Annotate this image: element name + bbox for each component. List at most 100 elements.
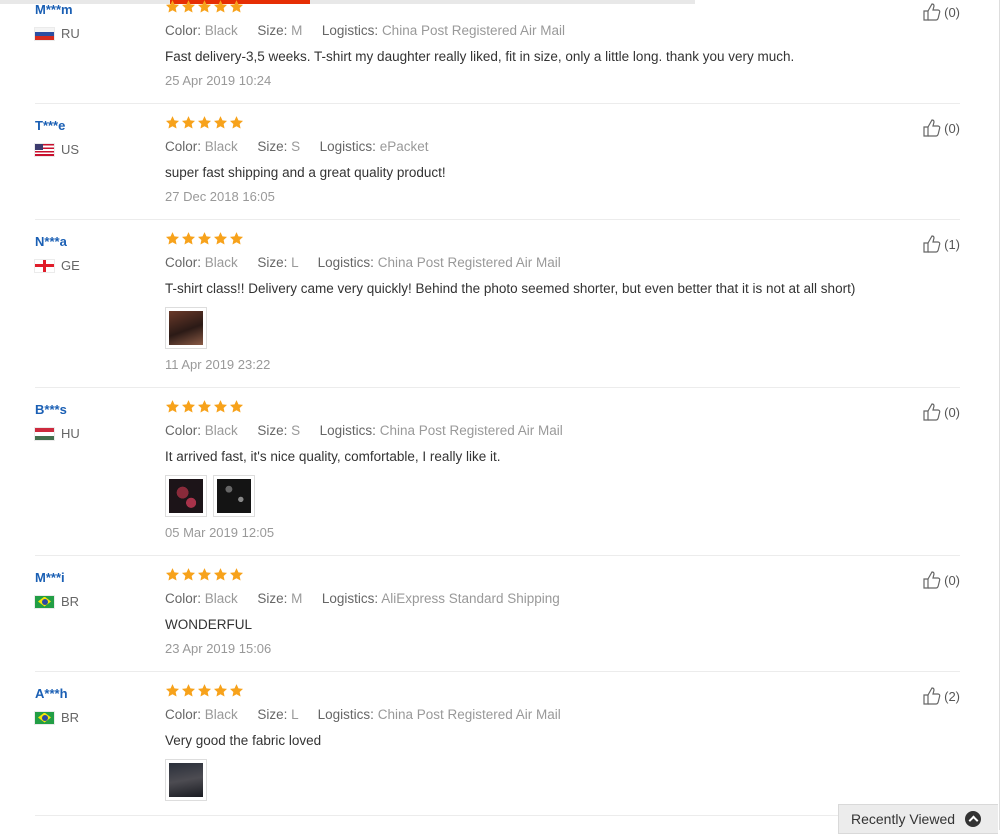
review-date: 05 Mar 2019 12:05 (165, 525, 275, 540)
review-date: 23 Apr 2019 15:06 (165, 641, 272, 656)
review-item: M***i BR Color: Black Size: M Logistics:… (35, 556, 960, 672)
review-content: Color: Black Size: L Logistics: China Po… (165, 231, 960, 373)
country-code: RU (61, 26, 80, 41)
review-comment: It arrived fast, it's nice quality, comf… (165, 449, 501, 464)
star-icon (229, 115, 244, 135)
review-photo-thumbnail[interactable] (213, 475, 255, 517)
country-code: HU (61, 426, 80, 441)
helpful-count: (2) (944, 688, 960, 704)
color-value: Black (204, 707, 238, 722)
reviewer-info: B***s HU (35, 402, 155, 441)
country-code: BR (61, 594, 80, 609)
star-rating (165, 567, 960, 587)
star-icon (181, 399, 196, 419)
thumbs-up-icon (923, 3, 941, 21)
review-item: M***m RU Color: Black Size: M Logistics:… (35, 0, 960, 104)
photo-image (169, 311, 203, 345)
star-rating (165, 0, 960, 17)
star-icon (213, 683, 228, 703)
star-icon (181, 0, 196, 19)
color-label: Color: (165, 255, 202, 270)
color-label: Color: (165, 139, 202, 154)
review-date: 25 Apr 2019 10:24 (165, 73, 272, 88)
logistics-label: Logistics: (319, 423, 376, 438)
review-comment: T-shirt class!! Delivery came very quick… (165, 281, 856, 296)
star-icon (181, 231, 196, 251)
star-icon (197, 231, 212, 251)
star-icon (165, 683, 180, 703)
star-icon (213, 231, 228, 251)
review-photo-thumbnail[interactable] (165, 759, 207, 801)
review-date: 11 Apr 2019 23:22 (165, 357, 271, 372)
country-flag-icon (35, 27, 54, 40)
helpful-button[interactable]: (0) (922, 118, 960, 138)
helpful-button[interactable]: (0) (922, 402, 960, 422)
star-icon (197, 683, 212, 703)
reviewer-info: T***e US (35, 118, 155, 157)
country-code: US (61, 142, 80, 157)
order-info: Color: Black Size: M Logistics: China Po… (165, 23, 960, 39)
review-content: Color: Black Size: S Logistics: ePacket … (165, 115, 960, 205)
size-value: S (291, 139, 301, 154)
reviewer-country: BR (35, 710, 155, 725)
color-label: Color: (165, 591, 202, 606)
color-label: Color: (165, 423, 202, 438)
logistics-label: Logistics: (317, 255, 374, 270)
helpful-count: (0) (944, 572, 960, 588)
star-icon (165, 0, 180, 19)
reviewer-name: M***m (35, 2, 73, 17)
color-value: Black (204, 23, 238, 38)
review-item: T***e US Color: Black Size: S Logistics:… (35, 104, 960, 220)
color-value: Black (204, 139, 238, 154)
star-icon (197, 0, 212, 19)
star-icon (165, 231, 180, 251)
photo-image (217, 479, 251, 513)
size-value: S (291, 423, 301, 438)
helpful-button[interactable]: (0) (922, 2, 960, 22)
review-item: B***s HU Color: Black Size: S Logistics:… (35, 388, 960, 556)
size-label: Size: (257, 423, 288, 438)
helpful-button[interactable]: (0) (922, 570, 960, 590)
review-date: 27 Dec 2018 16:05 (165, 189, 275, 204)
color-label: Color: (165, 707, 202, 722)
star-rating (165, 399, 960, 419)
reviewer-country: RU (35, 26, 155, 41)
reviewer-info: M***i BR (35, 570, 155, 609)
order-info: Color: Black Size: S Logistics: ePacket (165, 139, 960, 155)
star-icon (213, 0, 228, 19)
star-icon (229, 399, 244, 419)
reviewer-country: HU (35, 426, 155, 441)
helpful-count: (0) (944, 120, 960, 136)
star-icon (197, 399, 212, 419)
reviewer-name: T***e (35, 118, 66, 133)
country-code: BR (61, 710, 80, 725)
logistics-value: AliExpress Standard Shipping (381, 591, 560, 606)
review-photo-thumbnail[interactable] (165, 307, 207, 349)
logistics-value: China Post Registered Air Mail (377, 255, 561, 270)
color-value: Black (204, 591, 238, 606)
size-value: M (291, 23, 303, 38)
helpful-button[interactable]: (2) (922, 686, 960, 706)
reviewer-info: M***m RU (35, 2, 155, 41)
thumbs-up-icon (923, 119, 941, 137)
review-photos (165, 307, 960, 349)
color-value: Black (204, 423, 238, 438)
star-icon (229, 683, 244, 703)
helpful-count: (1) (944, 236, 960, 252)
reviewer-name: B***s (35, 402, 67, 417)
country-flag-icon (35, 711, 54, 724)
review-photo-thumbnail[interactable] (165, 475, 207, 517)
logistics-label: Logistics: (321, 23, 379, 38)
color-label: Color: (165, 23, 202, 38)
logistics-value: China Post Registered Air Mail (379, 423, 563, 438)
size-label: Size: (257, 23, 288, 38)
color-value: Black (204, 255, 238, 270)
star-icon (197, 567, 212, 587)
order-info: Color: Black Size: S Logistics: China Po… (165, 423, 960, 439)
chevron-up-icon (965, 811, 982, 827)
size-value: L (291, 255, 299, 270)
star-icon (181, 567, 196, 587)
helpful-button[interactable]: (1) (922, 234, 960, 254)
star-icon (229, 0, 244, 19)
size-value: L (291, 707, 299, 722)
